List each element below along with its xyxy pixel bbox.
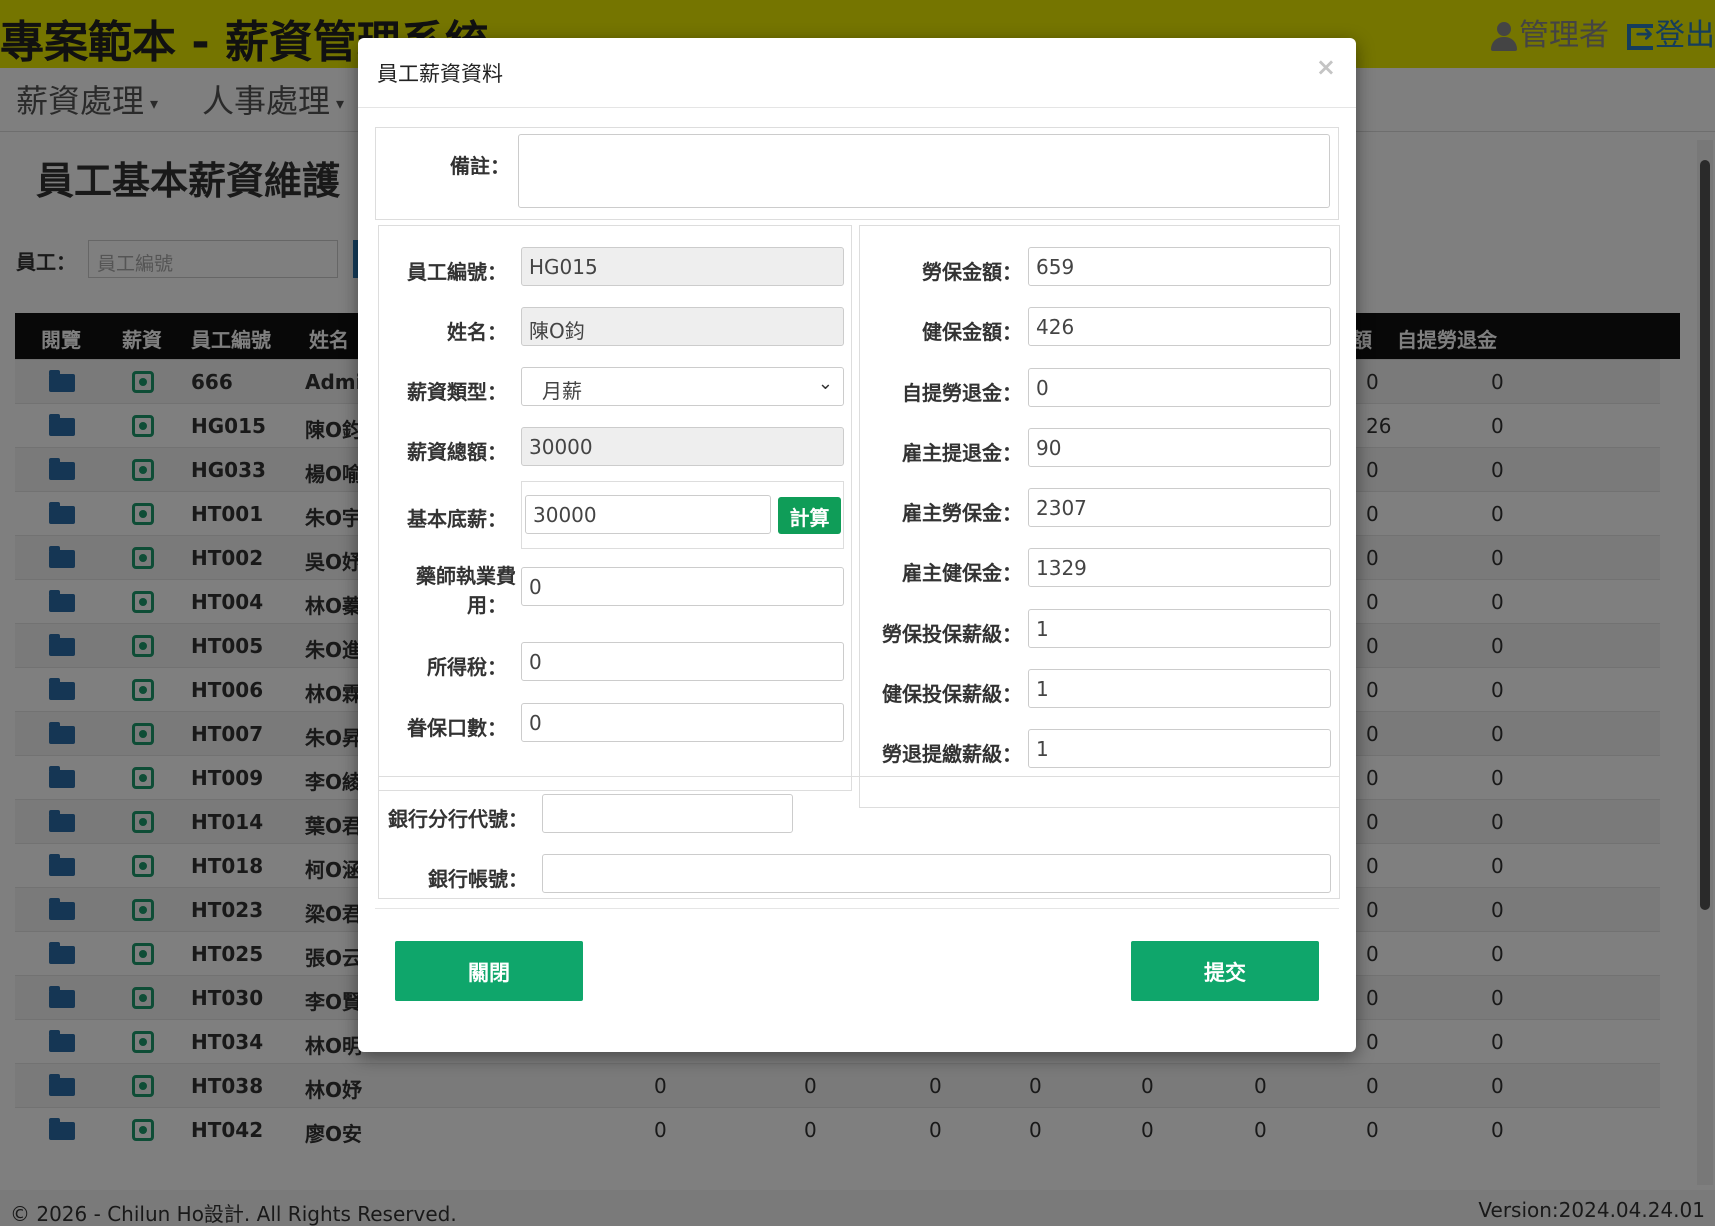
employer-labor-ins-label: 雇主勞保金： <box>902 501 1022 525</box>
dependents-field[interactable]: 0 <box>521 703 844 742</box>
bank-panel: 銀行分行代號： 銀行帳號： <box>378 776 1340 899</box>
submit-button[interactable]: 提交 <box>1131 941 1319 1001</box>
pension-grade-field[interactable]: 1 <box>1028 729 1331 768</box>
bank-account-label: 銀行帳號： <box>428 867 528 891</box>
salary-type-label: 薪資類型： <box>407 380 507 404</box>
employer-health-ins-label: 雇主健保金： <box>902 561 1022 585</box>
income-tax-field[interactable]: 0 <box>521 642 844 681</box>
calculate-button[interactable]: 計算 <box>778 497 841 534</box>
pension-grade-label: 勞退提繳薪級： <box>882 742 1022 766</box>
health-ins-grade-label: 健保投保薪級： <box>882 682 1022 706</box>
employer-health-ins-field[interactable]: 1329 <box>1028 548 1331 587</box>
salary-total-field[interactable]: 30000 <box>521 427 844 466</box>
dependents-label: 眷保口數： <box>407 716 507 740</box>
pharmacist-fee-label-1: 藥師執業費 <box>416 564 516 588</box>
employer-pension-label: 雇主提退金： <box>902 441 1022 465</box>
self-pension-field[interactable]: 0 <box>1028 368 1331 407</box>
close-button[interactable]: 關閉 <box>395 941 583 1001</box>
close-icon[interactable]: × <box>1316 53 1336 81</box>
income-tax-label: 所得稅： <box>427 655 507 679</box>
modal-title: 員工薪資資料 <box>377 62 503 86</box>
self-pension-label: 自提勞退金： <box>902 381 1022 405</box>
health-ins-label: 健保金額： <box>922 320 1022 344</box>
bank-branch-label: 銀行分行代號： <box>388 807 528 831</box>
right-fields-panel: 勞保金額： 659 健保金額： 426 自提勞退金： 0 雇主提退金： 90 雇… <box>859 225 1340 808</box>
base-salary-label: 基本底薪： <box>407 507 507 531</box>
employer-labor-ins-field[interactable]: 2307 <box>1028 488 1331 527</box>
bank-branch-field[interactable] <box>542 794 793 833</box>
modal-divider <box>375 908 1339 909</box>
base-salary-field[interactable]: 30000 <box>525 495 771 534</box>
base-salary-group: 30000 計算 <box>521 481 844 549</box>
labor-ins-grade-field[interactable]: 1 <box>1028 609 1331 648</box>
salary-total-label: 薪資總額： <box>407 440 507 464</box>
labor-ins-grade-label: 勞保投保薪級： <box>882 622 1022 646</box>
pharmacist-fee-label-2: 用： <box>467 593 507 617</box>
remark-label: 備註： <box>450 154 510 178</box>
chevron-down-icon: ⌄ <box>817 373 833 394</box>
name-label: 姓名： <box>447 320 507 344</box>
name-field[interactable]: 陳O鈞 <box>521 307 844 346</box>
employer-pension-field[interactable]: 90 <box>1028 428 1331 467</box>
pharmacist-fee-field[interactable]: 0 <box>521 567 844 606</box>
salary-modal: 員工薪資資料 × 備註： 員工編號： HG015 姓名： 陳O鈞 薪資類型： 月… <box>358 38 1356 1052</box>
bank-account-field[interactable] <box>542 854 1331 893</box>
health-ins-field[interactable]: 426 <box>1028 307 1331 346</box>
emp-id-field[interactable]: HG015 <box>521 247 844 286</box>
labor-ins-field[interactable]: 659 <box>1028 247 1331 286</box>
emp-id-label: 員工編號： <box>407 260 507 284</box>
salary-type-value: 月薪 <box>542 379 582 403</box>
labor-ins-label: 勞保金額： <box>922 260 1022 284</box>
health-ins-grade-field[interactable]: 1 <box>1028 669 1331 708</box>
remark-textarea[interactable] <box>518 134 1330 208</box>
salary-type-select[interactable]: 月薪 ⌄ <box>521 367 844 406</box>
left-fields-panel: 員工編號： HG015 姓名： 陳O鈞 薪資類型： 月薪 ⌄ 薪資總額： 300… <box>378 225 852 791</box>
remark-panel: 備註： <box>375 127 1339 220</box>
modal-header: 員工薪資資料 × <box>358 38 1356 108</box>
